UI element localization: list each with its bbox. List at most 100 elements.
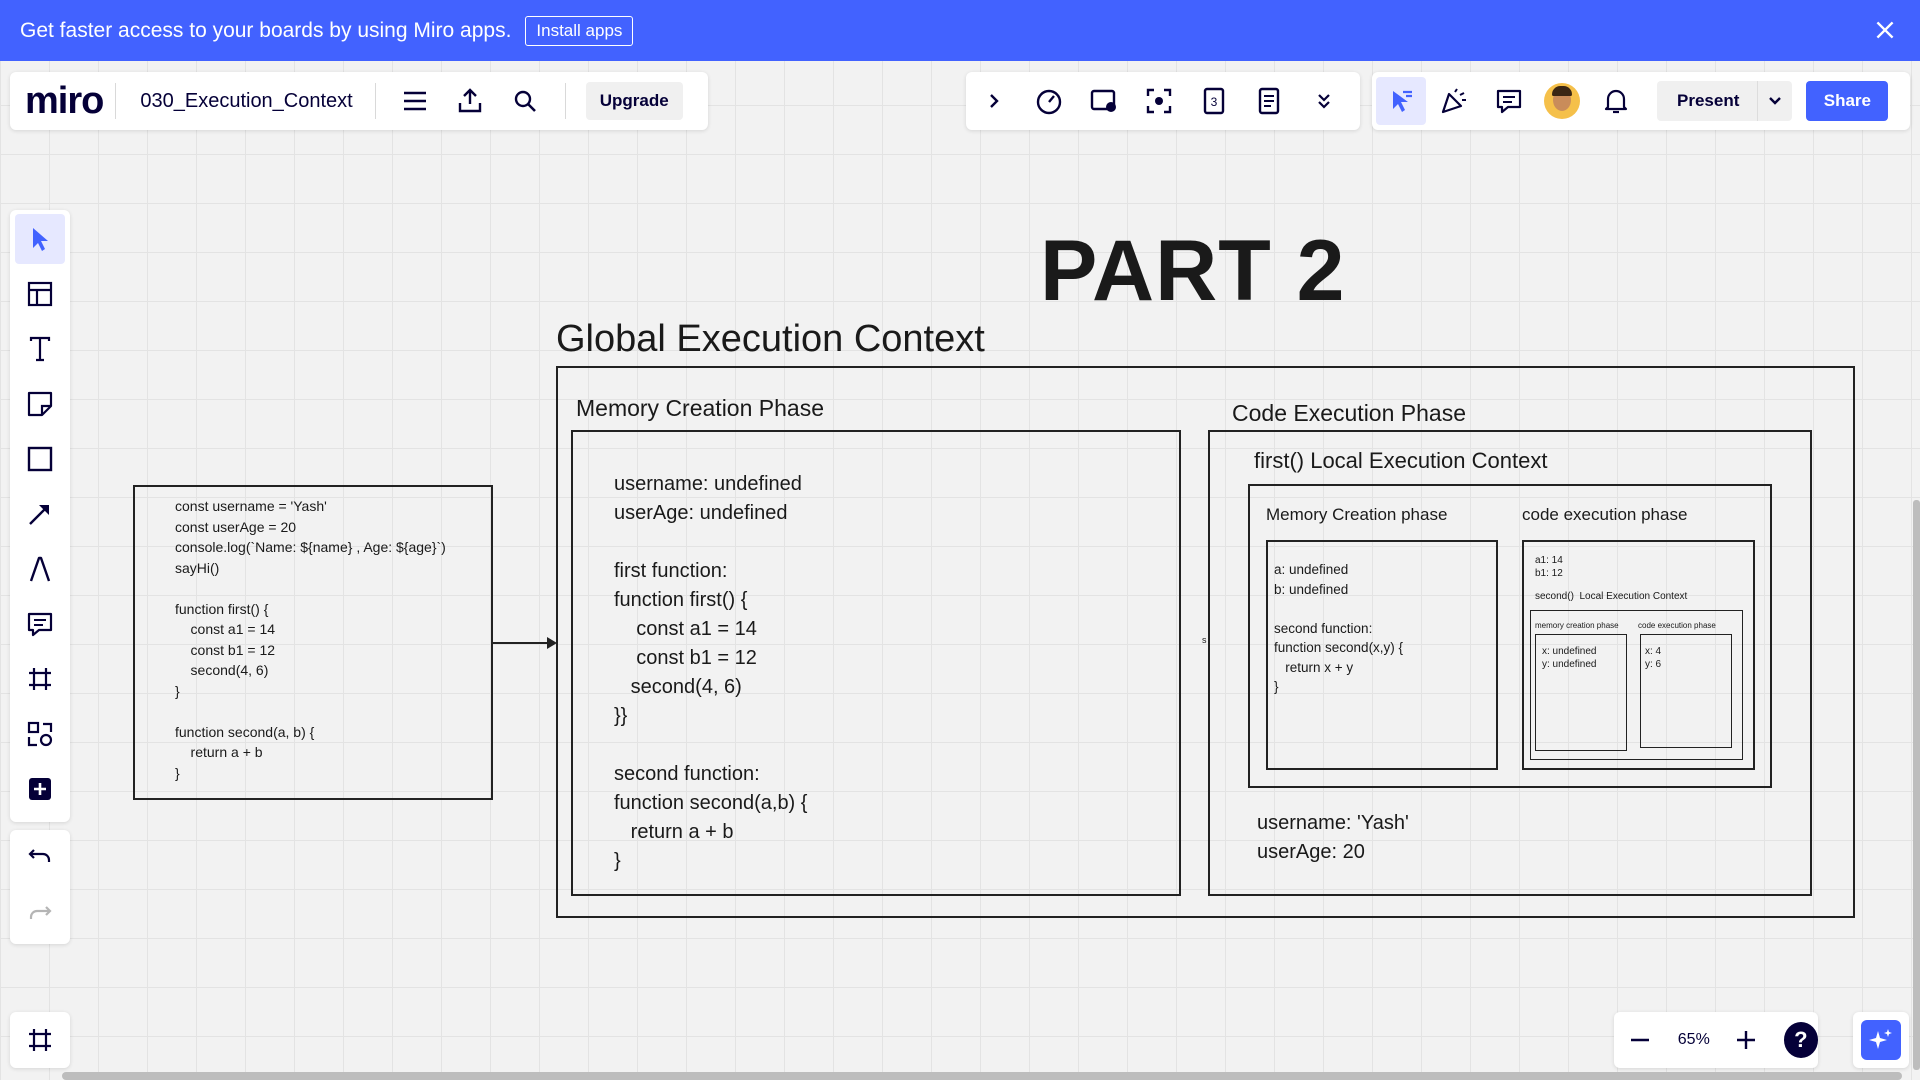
second-code-title[interactable]: code execution phase	[1638, 621, 1716, 631]
collab-cursors-button[interactable]	[1376, 77, 1426, 125]
timer-button[interactable]	[1021, 72, 1076, 130]
frame-icon	[29, 668, 51, 690]
avatar-hair	[1552, 86, 1572, 96]
undo-button[interactable]	[15, 831, 65, 881]
global-values[interactable]: username: 'Yash' userAge: 20	[1257, 809, 1409, 867]
pen-icon	[29, 556, 51, 582]
plus-icon	[1737, 1031, 1756, 1049]
local-context-title[interactable]: first() Local Execution Context	[1254, 448, 1547, 474]
card-icon: 3	[1203, 87, 1224, 115]
reactions-button[interactable]	[1426, 72, 1481, 130]
templates-icon	[27, 281, 53, 307]
share-button[interactable]: Share	[1806, 81, 1889, 121]
celebrate-icon	[1441, 88, 1466, 114]
second-context-title[interactable]: second() Local Execution Context	[1535, 590, 1687, 603]
avatar[interactable]	[1544, 83, 1580, 119]
install-apps-banner: Get faster access to your boards by usin…	[0, 0, 1920, 61]
local-code-values[interactable]: a1: 14 b1: 12	[1535, 554, 1563, 580]
stray-text[interactable]: s	[1202, 635, 1207, 645]
present-button[interactable]: Present	[1657, 81, 1793, 121]
local-code-title[interactable]: code execution phase	[1522, 505, 1687, 525]
present-label: Present	[1677, 91, 1740, 110]
focus-icon	[1146, 88, 1171, 114]
zoom-controls: 65% ?	[1614, 1012, 1818, 1068]
share-panel: Present Share	[1372, 72, 1910, 130]
history-panel	[10, 830, 70, 944]
sticky-note-tool[interactable]	[15, 379, 65, 429]
divider	[115, 83, 117, 119]
second-code-body[interactable]: x: 4 y: 6	[1645, 645, 1661, 671]
comments-button[interactable]	[1481, 72, 1536, 130]
close-icon[interactable]	[1872, 17, 1898, 43]
second-memory-title[interactable]: memory creation phase	[1535, 621, 1619, 631]
vertical-scrollbar[interactable]	[1913, 500, 1920, 1070]
screen-share-icon	[1090, 89, 1116, 112]
expand-toolbar-button[interactable]	[966, 72, 1021, 130]
banner-message: Get faster access to your boards by usin…	[20, 18, 512, 42]
apps-tool[interactable]	[15, 709, 65, 759]
divider	[564, 83, 566, 119]
shape-tool[interactable]	[15, 434, 65, 484]
arrow-connector[interactable]	[493, 633, 559, 653]
frames-panel[interactable]	[10, 1012, 70, 1068]
menu-button[interactable]	[388, 72, 443, 130]
connector-tool[interactable]	[15, 489, 65, 539]
local-memory-body[interactable]: a: undefined b: undefined second functio…	[1274, 560, 1403, 697]
zoom-level[interactable]: 65%	[1665, 1031, 1722, 1049]
connector-icon	[29, 505, 49, 525]
menu-icon	[404, 91, 427, 111]
board-header-panel: miro 030_Execution_Context Upgrade	[10, 72, 708, 130]
ai-assist-button[interactable]	[1861, 1020, 1901, 1060]
notes-button[interactable]	[1241, 72, 1296, 130]
card-button[interactable]: 3	[1186, 72, 1241, 130]
export-icon	[459, 88, 482, 113]
miro-logo[interactable]: miro	[25, 80, 104, 123]
board-name[interactable]: 030_Execution_Context	[140, 90, 352, 113]
more-tools-button[interactable]	[15, 764, 65, 814]
divider	[374, 83, 376, 119]
select-tool[interactable]	[15, 214, 65, 264]
collaboration-toolbar: 3	[966, 72, 1360, 130]
memory-phase-title[interactable]: Memory Creation Phase	[576, 395, 824, 422]
help-button[interactable]: ?	[1783, 1022, 1818, 1058]
memory-phase-body[interactable]: username: undefined userAge: undefined f…	[614, 470, 807, 876]
undo-icon	[28, 849, 51, 862]
comment-icon	[1496, 89, 1521, 114]
shape-icon	[27, 446, 53, 472]
comment-tool[interactable]	[15, 599, 65, 649]
search-button[interactable]	[498, 72, 553, 130]
notifications-button[interactable]	[1588, 72, 1643, 130]
present-options-button[interactable]	[1757, 81, 1792, 121]
creation-toolbar	[10, 210, 70, 822]
more-tools-button[interactable]	[1296, 72, 1351, 130]
pen-tool[interactable]	[15, 544, 65, 594]
sparkle-icon	[1869, 1029, 1892, 1049]
zoom-in-button[interactable]	[1722, 1011, 1770, 1069]
chevron-right-icon	[989, 94, 999, 108]
horizontal-scrollbar[interactable]	[62, 1072, 1902, 1080]
redo-button[interactable]	[15, 888, 65, 938]
install-apps-button[interactable]: Install apps	[525, 15, 634, 46]
part-title[interactable]: PART 2	[1040, 222, 1345, 321]
timer-icon	[1036, 89, 1061, 115]
source-code-text[interactable]: const username = 'Yash' const userAge = …	[175, 496, 446, 783]
global-context-title[interactable]: Global Execution Context	[556, 318, 985, 361]
zoom-out-button[interactable]	[1614, 1011, 1665, 1069]
second-memory-body[interactable]: x: undefined y: undefined	[1542, 645, 1597, 671]
cursor-collab-icon	[1393, 90, 1412, 112]
notes-icon	[1258, 87, 1279, 115]
upgrade-button[interactable]: Upgrade	[585, 82, 683, 120]
text-tool[interactable]	[15, 324, 65, 374]
svg-text:3: 3	[1210, 95, 1217, 109]
screen-share-button[interactable]	[1076, 72, 1131, 130]
focus-button[interactable]	[1131, 72, 1186, 130]
add-icon	[29, 778, 51, 800]
templates-tool[interactable]	[15, 269, 65, 319]
search-icon	[515, 90, 537, 112]
local-memory-title[interactable]: Memory Creation phase	[1266, 505, 1447, 525]
bell-icon	[1604, 89, 1627, 114]
code-phase-title[interactable]: Code Execution Phase	[1232, 400, 1466, 427]
ai-assist-panel	[1853, 1012, 1909, 1068]
export-button[interactable]	[443, 72, 498, 130]
frame-tool[interactable]	[15, 654, 65, 704]
